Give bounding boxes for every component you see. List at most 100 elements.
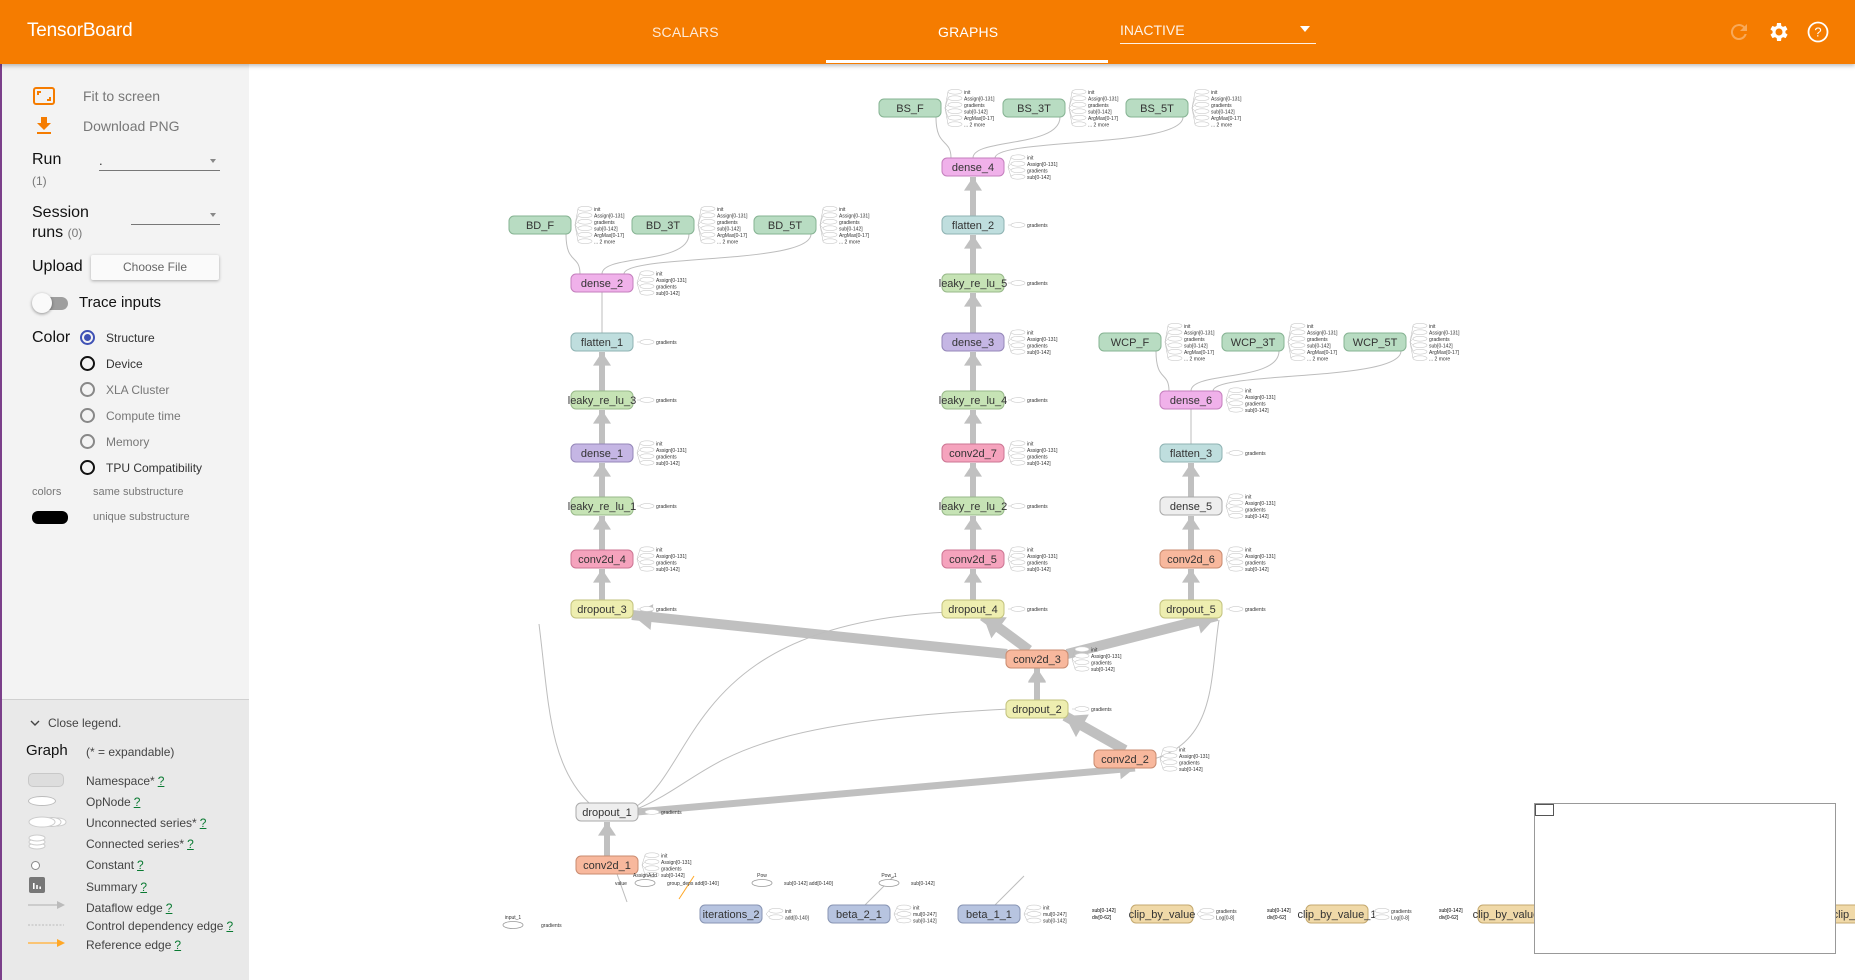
aux-node-label[interactable]: sub[0-142] <box>1307 343 1331 349</box>
aux-node-label[interactable]: gradients <box>661 810 682 816</box>
aux-node-label[interactable]: Assign[0-131] <box>656 554 687 560</box>
aux-node-label[interactable]: init <box>656 271 663 277</box>
aux-node-label[interactable]: mul[0-247] <box>913 912 937 918</box>
aux-node-label[interactable]: ArgMax[0-17] <box>1429 350 1460 356</box>
graph-node-dropout_2[interactable]: dropout_2 gradients <box>1005 699 1112 719</box>
aux-node-label[interactable]: ... 2 more <box>964 122 985 128</box>
op-node-input_1[interactable]: input_1 gradients <box>502 915 562 929</box>
aux-node-label[interactable]: sub[0-142] <box>1179 767 1203 773</box>
aux-node-label[interactable]: gradients <box>1179 760 1200 766</box>
color-radio-compute-time[interactable]: Compute time <box>80 408 181 423</box>
aux-node-label[interactable]: sub[0-142] <box>1429 343 1453 349</box>
aux-node-label[interactable]: mul[0-247] <box>1043 912 1067 918</box>
op-node-Pow_1[interactable]: Pow_1 sub[0-142] <box>878 873 935 887</box>
graph-node-dense_6[interactable]: dense_6 initAssign[0-131]gradientssub[0-1… <box>1159 387 1276 414</box>
aux-node-label[interactable]: init <box>1211 90 1218 96</box>
color-radio-device[interactable]: Device <box>80 356 143 371</box>
aux-node-label[interactable]: init <box>1245 388 1252 394</box>
aux-node-label[interactable]: gradients <box>1245 507 1266 513</box>
aux-node-label[interactable]: gradients <box>1245 401 1266 407</box>
graph-node-leaky_re_lu_2[interactable]: leaky_re_lu_2 gradients <box>939 496 1048 516</box>
aux-node-label[interactable]: gradients <box>839 220 860 226</box>
graph-node-dense_3[interactable]: dense_3 initAssign[0-131]gradientssub[0-1… <box>941 329 1058 356</box>
aux-node-label[interactable]: init <box>1027 330 1034 336</box>
graph-node-dense_2[interactable]: dense_2 initAssign[0-131]gradientssub[0-1… <box>570 270 687 297</box>
aux-node-label[interactable]: gradients <box>1307 337 1328 343</box>
aux-node-label[interactable]: Assign[0-131] <box>1245 554 1276 560</box>
aux-node-label[interactable]: Assign[0-131] <box>594 213 625 219</box>
aux-node-label[interactable]: gradients <box>1027 281 1048 287</box>
aux-node-label[interactable]: init <box>656 441 663 447</box>
tab-scalars[interactable]: SCALARS <box>652 24 719 40</box>
aux-node-label[interactable]: Assign[0-131] <box>1245 395 1276 401</box>
graph-node-flatten_1[interactable]: flatten_1 gradients <box>570 332 677 352</box>
aux-node-label[interactable]: ArgMax[0-17] <box>1184 350 1215 356</box>
graph-node-dense_5[interactable]: dense_5 initAssign[0-131]gradientssub[0-1… <box>1159 493 1276 520</box>
aux-node-label[interactable]: gradients <box>1216 909 1237 915</box>
aux-node-label[interactable]: sub[0-142] <box>594 226 618 232</box>
aux-node-label[interactable]: Assign[0-131] <box>1027 162 1058 168</box>
aux-node-label[interactable]: add[0-140] <box>785 915 810 921</box>
control-edge-help-link[interactable]: ? <box>226 919 233 933</box>
aux-node-label[interactable]: sub[0-142] <box>656 567 680 573</box>
clip-input-label[interactable]: sub[0-142] <box>1092 908 1116 914</box>
aux-node-label[interactable]: init <box>964 90 971 96</box>
aux-node-label[interactable]: gradients <box>656 398 677 404</box>
aux-node-label[interactable]: Assign[0-131] <box>964 96 995 102</box>
aux-node-label[interactable]: gradients <box>1211 103 1232 109</box>
aux-node-label[interactable]: Assign[0-131] <box>1027 554 1058 560</box>
graph-node-leaky_re_lu_4[interactable]: leaky_re_lu_4 gradients <box>939 390 1048 410</box>
aux-node-label[interactable]: gradients <box>1088 103 1109 109</box>
aux-node-label[interactable]: gradients <box>717 220 738 226</box>
close-legend-button[interactable]: Close legend. <box>30 716 121 730</box>
color-radio-memory[interactable]: Memory <box>80 434 149 449</box>
aux-node-label[interactable]: gradients <box>656 340 677 346</box>
aux-node-label[interactable]: gradients <box>656 454 677 460</box>
aux-node-label[interactable]: gradients <box>656 504 677 510</box>
aux-node-label[interactable]: ArgMax[0-17] <box>1211 116 1242 122</box>
aux-node-label[interactable]: init <box>1027 547 1034 553</box>
aux-node-label[interactable]: sub[0-142] <box>656 291 680 297</box>
settings-icon[interactable] <box>1767 20 1791 44</box>
aux-node-label[interactable]: Assign[0-131] <box>1211 96 1242 102</box>
aux-node-label[interactable]: Assign[0-131] <box>661 860 692 866</box>
aux-node-label[interactable]: gradients <box>1245 451 1266 457</box>
aux-node-label[interactable]: Assign[0-131] <box>656 448 687 454</box>
aux-node-label[interactable]: gradients <box>656 284 677 290</box>
graph-node-BS_5T[interactable]: BS_5T initAssign[0-131]gradientssub[0-142… <box>1125 89 1242 128</box>
aux-node-label[interactable]: init <box>1027 441 1034 447</box>
aux-node-label[interactable]: ... 2 more <box>1307 356 1328 362</box>
graph-node-beta_2_1[interactable]: beta_2_1 initmul[0-247]sub[0-142] <box>827 904 937 925</box>
graph-node-BS_F[interactable]: BS_F initAssign[0-131]gradientssub[0-142]… <box>878 89 995 128</box>
aux-node-label[interactable]: Assign[0-131] <box>1245 501 1276 507</box>
aux-node-label[interactable]: sub[0-142] <box>1027 567 1051 573</box>
aux-node-label[interactable]: Assign[0-131] <box>717 213 748 219</box>
constant-help-link[interactable]: ? <box>137 858 144 872</box>
aux-node-label[interactable]: Assign[0-131] <box>1088 96 1119 102</box>
aux-node-label[interactable]: gradients <box>1027 343 1048 349</box>
aux-node-label[interactable]: init <box>1245 494 1252 500</box>
aux-node-label[interactable]: ArgMax[0-17] <box>964 116 995 122</box>
aux-node-label[interactable]: ... 2 more <box>717 239 738 245</box>
aux-node-label[interactable]: ... 2 more <box>594 239 615 245</box>
aux-node-label[interactable]: sub[0-142] <box>913 919 937 925</box>
summary-help-link[interactable]: ? <box>140 880 147 894</box>
graph-node-leaky_re_lu_5[interactable]: leaky_re_lu_5 gradients <box>939 273 1048 293</box>
aux-node-label[interactable]: Assign[0-131] <box>1179 754 1210 760</box>
op-node-Pow[interactable]: Pow sub[0-142] add[0-140] <box>751 873 834 887</box>
unconnected-series-help-link[interactable]: ? <box>200 816 207 830</box>
aux-node-label[interactable]: init <box>1088 90 1095 96</box>
opnode-help-link[interactable]: ? <box>134 795 141 809</box>
clip-input-label[interactable]: div[0-62] <box>1267 915 1287 921</box>
tab-graphs[interactable]: GRAPHS <box>938 24 998 40</box>
aux-node-label[interactable]: sub[0-142] <box>1027 175 1051 181</box>
aux-node-label[interactable]: gradients <box>1184 337 1205 343</box>
clip-input-label[interactable]: sub[0-142] <box>1267 908 1291 914</box>
graph-node-BD_F[interactable]: BD_F initAssign[0-131]gradientssub[0-142]… <box>508 206 625 245</box>
graph-node-dense_1[interactable]: dense_1 initAssign[0-131]gradientssub[0-1… <box>570 440 687 467</box>
aux-node-label[interactable]: ArgMax[0-17] <box>839 233 870 239</box>
graph-node-dropout_4[interactable]: dropout_4 gradients <box>941 599 1048 619</box>
graph-node-leaky_re_lu_3[interactable]: leaky_re_lu_3 gradients <box>568 390 677 410</box>
aux-node-label[interactable]: init <box>839 207 846 213</box>
color-radio-xla-cluster[interactable]: XLA Cluster <box>80 382 169 397</box>
